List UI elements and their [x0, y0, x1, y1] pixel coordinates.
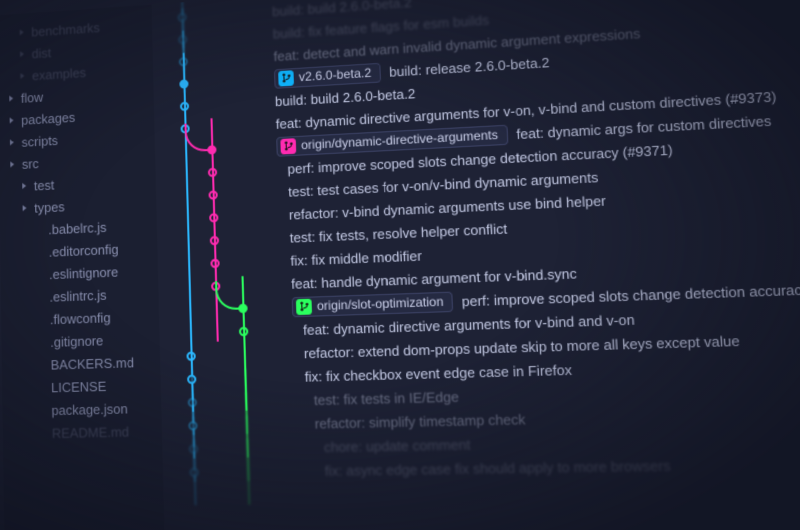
file-tree-item[interactable]: README.md — [10, 419, 156, 445]
commit-message: test: fix tests in IE/Edge — [314, 388, 459, 408]
file-tree-label: .editorconfig — [49, 241, 119, 259]
file-tree-label: examples — [32, 64, 86, 82]
file-tree-label: flow — [21, 89, 44, 105]
file-tree-label: dist — [32, 45, 52, 61]
chevron-right-icon — [7, 93, 17, 104]
chevron-right-icon — [8, 137, 18, 148]
file-tree-label: test — [34, 177, 55, 193]
graph-lanes — [162, 412, 286, 438]
chevron-right-icon — [18, 49, 28, 60]
file-tree-label: .babelrc.js — [48, 219, 107, 237]
branch-icon — [296, 298, 312, 314]
graph-lanes — [163, 459, 287, 484]
file-tree-label: .eslintignore — [49, 264, 118, 282]
tag-label: origin/slot-optimization — [317, 294, 444, 313]
file-icon — [36, 314, 46, 325]
file-icon — [35, 247, 45, 258]
graph-lanes — [162, 436, 286, 462]
file-tree-label: .gitignore — [50, 332, 103, 349]
branch-icon — [280, 138, 296, 154]
file-tree-label: types — [34, 199, 65, 216]
commit-message: chore: update comment — [324, 436, 471, 455]
graph-lanes — [160, 342, 284, 369]
file-icon — [37, 359, 47, 370]
tag-label: v2.6.0-beta.2 — [299, 65, 372, 84]
file-tree-label: .flowconfig — [50, 309, 111, 327]
file-tree-label: benchmarks — [31, 20, 100, 40]
file-tree-item[interactable]: package.json — [10, 396, 156, 422]
file-tree-label: packages — [21, 109, 75, 127]
file-icon — [36, 337, 46, 348]
file-tree-label: BACKERS.md — [51, 354, 135, 372]
file-tree-sidebar: benchmarks dist examples flow packages script… — [0, 4, 165, 530]
commit-message-area: fix: async edge case fix should apply to… — [287, 454, 800, 480]
chevron-right-icon — [18, 71, 28, 82]
commit-dot — [189, 468, 198, 478]
commit-message: fix: fix checkbox event edge case in Fir… — [304, 361, 572, 384]
file-icon — [38, 428, 48, 439]
chevron-right-icon — [20, 181, 30, 192]
file-tree-label: .eslintrc.js — [49, 287, 106, 304]
file-tree-label: src — [22, 155, 39, 171]
commit-message: fix: fix middle modifier — [290, 247, 422, 268]
chevron-right-icon — [21, 203, 31, 214]
file-icon — [36, 292, 46, 303]
file-icon — [37, 382, 47, 393]
graph-lanes — [161, 365, 285, 391]
file-icon — [35, 224, 45, 235]
chevron-right-icon — [8, 115, 18, 126]
file-icon — [35, 269, 45, 280]
graph-lanes — [161, 389, 285, 415]
file-tree-label: package.json — [51, 400, 128, 417]
chevron-right-icon — [18, 27, 28, 38]
branch-icon — [278, 70, 294, 86]
file-tree-label: scripts — [21, 132, 58, 149]
chevron-right-icon — [8, 159, 18, 170]
commit-message: fix: async edge case fix should apply to… — [324, 457, 671, 479]
git-graph-pane: build: build 2.6.0-beta.2build: fix feat… — [152, 0, 800, 530]
commit-message: refactor: simplify timestamp check — [314, 411, 525, 432]
file-tree-label: LICENSE — [51, 378, 106, 395]
file-tree-label: README.md — [52, 423, 129, 440]
file-icon — [38, 405, 48, 416]
